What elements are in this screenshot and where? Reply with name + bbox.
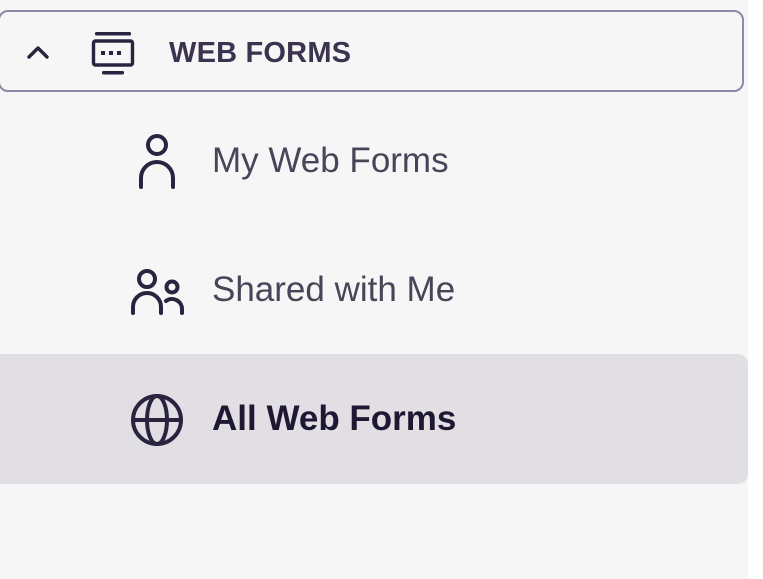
nav-item-label: My Web Forms (212, 141, 449, 180)
section-title: WEB FORMS (169, 37, 352, 69)
nav-item-label: Shared with Me (212, 270, 456, 309)
nav-item-my-web-forms[interactable]: My Web Forms (0, 96, 748, 226)
nav-item-all-web-forms[interactable]: All Web Forms (0, 354, 748, 484)
users-icon (131, 269, 184, 315)
nav-item-shared-with-me[interactable]: Shared with Me (0, 225, 748, 355)
globe-icon (131, 394, 183, 446)
web-forms-section-toggle[interactable]: WEB FORMS (0, 10, 744, 92)
sidebar-panel: WEB FORMS My Web Forms Shared with Me Al… (0, 0, 748, 579)
web-forms-icon (91, 32, 135, 75)
nav-item-label: All Web Forms (212, 399, 457, 438)
user-icon (139, 134, 175, 189)
chevron-up-icon[interactable] (24, 39, 52, 67)
